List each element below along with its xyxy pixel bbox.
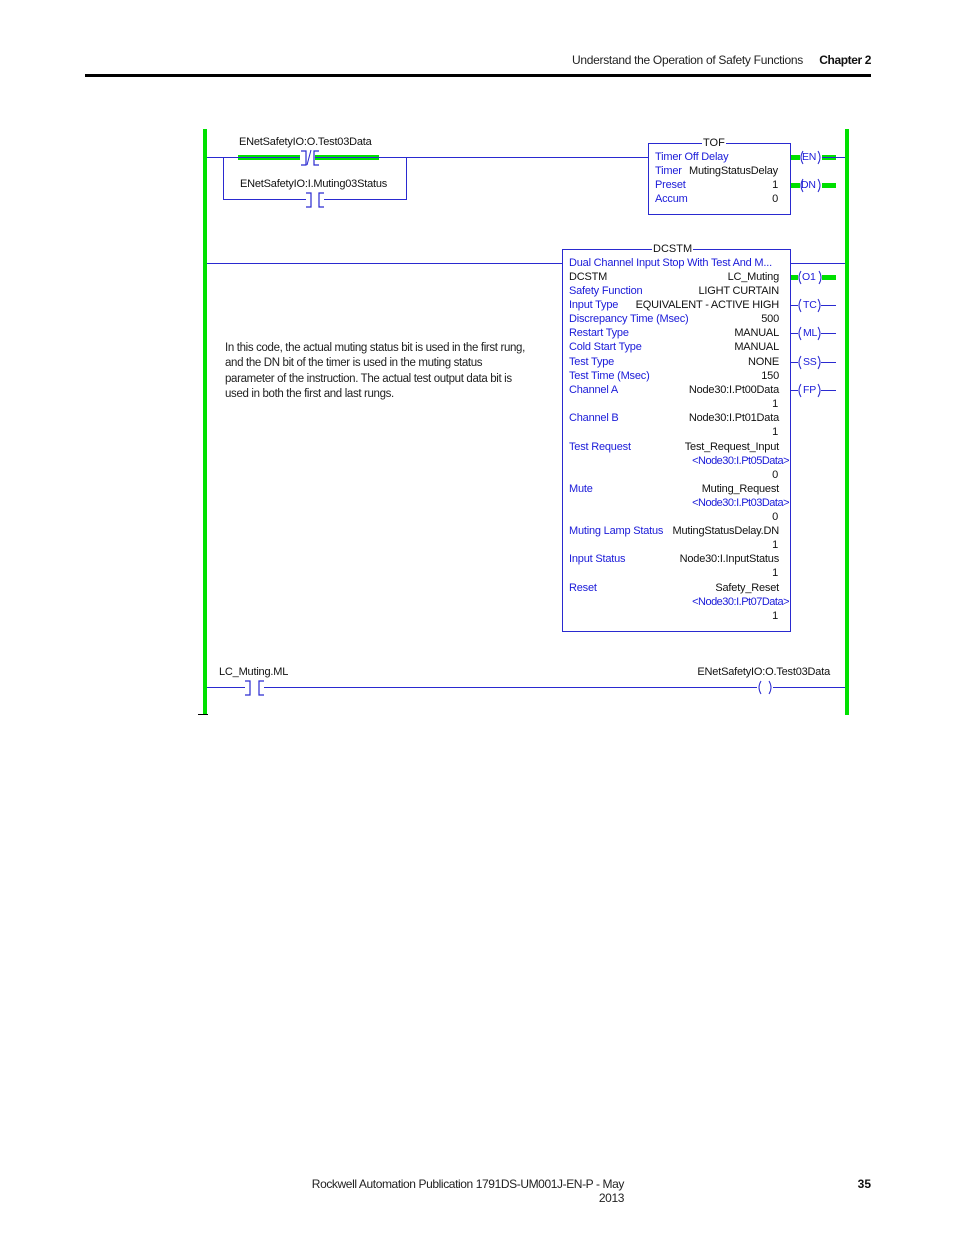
dcstm-param-alias: <Node30:I.Pt07Data> — [692, 596, 789, 608]
dcstm-param-value: 150 — [761, 370, 779, 382]
dcstm-output-fp: FP — [803, 384, 817, 396]
dcstm-instruction-name: DCSTM — [652, 243, 694, 255]
rung-3 — [207, 680, 845, 696]
dcstm-param-value: MANUAL — [734, 341, 779, 353]
dcstm-param-value: EQUIVALENT - ACTIVE HIGH — [635, 299, 780, 311]
dcstm-param-label: Test Request — [569, 441, 631, 453]
dcstm-param-label: Reset — [569, 582, 597, 594]
dcstm-param-alias: <Node30:I.Pt05Data> — [692, 455, 789, 467]
dcstm-output-tc: TC — [803, 299, 817, 311]
dcstm-live-value: 1 — [772, 398, 778, 410]
dcstm-param-label: Input Status — [569, 553, 626, 565]
tof-preset-value: 1 — [772, 179, 778, 191]
dcstm-param-label: Discrepancy Time (Msec) — [569, 313, 689, 325]
dcstm-param-value: Test_Request_Input — [684, 441, 779, 453]
dcstm-param-label: Restart Type — [569, 327, 629, 339]
page-number: 35 — [857, 1177, 871, 1191]
footer-publication: Rockwell Automation Publication 1791DS-U… — [311, 1177, 625, 1205]
tof-instruction-name: TOF — [702, 137, 726, 149]
dcstm-param-label: Test Type — [569, 356, 615, 368]
explanatory-note: In this code, the actual muting status b… — [225, 342, 525, 400]
tof-timer-value: MutingStatusDelay — [689, 165, 778, 177]
dcstm-param-value: Node30:I.InputStatus — [679, 553, 780, 565]
dcstm-param-value: NONE — [748, 356, 779, 368]
dcstm-output-ss: SS — [803, 356, 817, 368]
tof-accum-label: Accum — [655, 193, 688, 205]
dcstm-live-value: 1 — [772, 610, 778, 622]
dcstm-param-label: Channel B — [569, 412, 619, 424]
dcstm-live-value: 1 — [772, 567, 778, 579]
dcstm-description: Dual Channel Input Stop With Test And M.… — [569, 257, 772, 269]
right-power-rail — [845, 129, 849, 715]
left-power-rail — [203, 129, 207, 715]
dcstm-param-value: Safety_Reset — [715, 582, 779, 594]
tof-accum-value: 0 — [772, 193, 778, 205]
xic-contact-muting03status[interactable] — [306, 192, 324, 208]
ote-coil-test03data[interactable] — [758, 680, 772, 695]
dcstm-output-o1: O1 — [802, 271, 816, 283]
dcstm-param-label: Mute — [569, 483, 593, 495]
dcstm-param-value: LIGHT CURTAIN — [698, 285, 779, 297]
dcstm-param-label: Channel A — [569, 384, 618, 396]
tof-output-en: EN — [802, 151, 817, 163]
dcstm-param-value: 500 — [761, 313, 779, 325]
dcstm-param-label: Test Time (Msec) — [569, 370, 650, 382]
dcstm-param-value: Node30:I.Pt00Data — [688, 384, 779, 396]
rung3-contact-tag: LC_Muting.ML — [219, 666, 289, 678]
dcstm-param-value: LC_Muting — [727, 271, 780, 283]
tof-timer-label: Timer — [655, 165, 682, 177]
dcstm-param-label: Cold Start Type — [569, 341, 642, 353]
tof-preset-label: Preset — [655, 179, 686, 191]
tof-description: Timer Off Delay — [655, 151, 729, 163]
dcstm-param-value: MutingStatusDelay.DN — [672, 525, 780, 537]
tof-output-dn: DN — [801, 179, 816, 191]
xic-contact-tag: ENetSafetyIO:I.Muting03Status — [240, 178, 388, 190]
dcstm-param-value: MANUAL — [734, 327, 779, 339]
dcstm-param-value: Muting_Request — [701, 483, 780, 495]
rung3-coil-tag: ENetSafetyIO:O.Test03Data — [697, 666, 830, 678]
xic-contact-lc-muting-ml[interactable] — [245, 680, 264, 696]
dcstm-live-value: 0 — [772, 511, 778, 523]
dcstm-output-ml: ML — [803, 327, 818, 339]
dcstm-live-value: 1 — [772, 539, 778, 551]
dcstm-param-label: Muting Lamp Status — [569, 525, 664, 537]
dcstm-param-alias: <Node30:I.Pt03Data> — [692, 497, 789, 509]
dcstm-param-value: Node30:I.Pt01Data — [688, 412, 779, 424]
dcstm-live-value: 1 — [772, 426, 778, 438]
xio-contact-tag: ENetSafetyIO:O.Test03Data — [239, 136, 372, 148]
ladder-diagram: ENetSafetyIO:O.Test03Data ENetSafetyIO:I… — [0, 0, 954, 1235]
dcstm-live-value: 0 — [772, 469, 778, 481]
